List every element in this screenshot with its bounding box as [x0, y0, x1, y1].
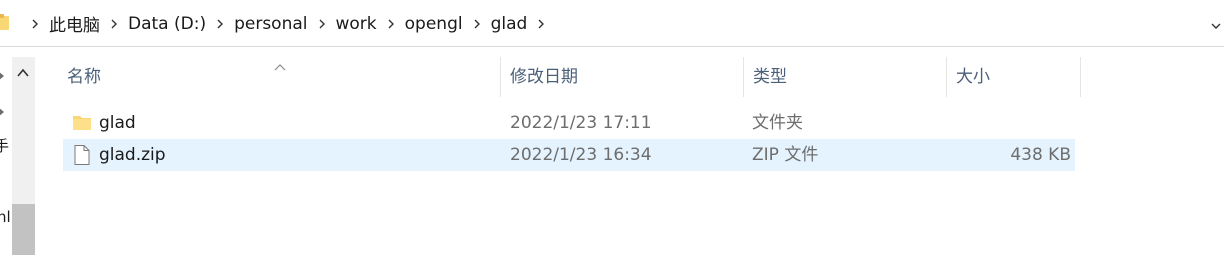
chevron-right-icon[interactable] [380, 18, 402, 30]
breadcrumb-item-opengl[interactable]: opengl [402, 14, 466, 34]
file-type: ZIP 文件 [752, 145, 819, 165]
nav-scrollbar-thumb[interactable] [12, 204, 35, 255]
column-divider[interactable] [946, 57, 947, 97]
column-header-size[interactable]: 大小 [956, 57, 1080, 97]
list-item[interactable]: glad 2022/1/23 17:11 文件夹 [63, 107, 1075, 139]
chevron-down-icon[interactable] [1210, 17, 1222, 29]
file-type: 文件夹 [752, 113, 803, 133]
breadcrumb-item-glad[interactable]: glad [488, 14, 531, 34]
column-divider[interactable] [500, 57, 501, 97]
address-bar[interactable]: 此电脑 Data (D:) personal work opengl glad [0, 0, 1224, 47]
column-header-type[interactable]: 类型 [753, 57, 946, 97]
file-name: glad [99, 113, 136, 133]
chevron-right-icon[interactable] [311, 18, 333, 30]
file-name: glad.zip [99, 145, 166, 165]
chevron-right-icon[interactable] [24, 18, 46, 30]
file-size: 438 KB [1010, 145, 1071, 165]
list-item[interactable]: glad.zip 2022/1/23 16:34 ZIP 文件 438 KB [63, 139, 1075, 171]
column-divider[interactable] [743, 57, 744, 97]
column-headers: 名称 修改日期 类型 大小 [36, 57, 1224, 97]
breadcrumb-item-this-pc[interactable]: 此电脑 [46, 11, 103, 36]
breadcrumb-item-personal[interactable]: personal [231, 14, 310, 34]
chevron-right-icon[interactable] [103, 18, 125, 30]
nav-item-label[interactable]: 手 [0, 135, 9, 156]
file-date: 2022/1/23 17:11 [510, 113, 652, 133]
breadcrumb-item-drive[interactable]: Data (D:) [125, 14, 209, 34]
nav-item-label[interactable]: nl [0, 208, 11, 226]
file-icon [71, 144, 93, 166]
breadcrumb: 此电脑 Data (D:) personal work opengl glad [24, 0, 552, 47]
chevron-right-icon[interactable] [530, 18, 552, 30]
chevron-right-icon[interactable] [0, 66, 6, 80]
column-header-name[interactable]: 名称 [67, 57, 500, 97]
column-header-date[interactable]: 修改日期 [510, 57, 743, 97]
breadcrumb-item-work[interactable]: work [333, 14, 380, 34]
folder-icon [71, 112, 93, 134]
folder-icon [0, 14, 9, 30]
chevron-right-icon[interactable] [0, 102, 6, 116]
chevron-right-icon[interactable] [466, 18, 488, 30]
column-divider[interactable] [1080, 57, 1081, 97]
chevron-up-icon[interactable] [16, 64, 30, 77]
file-date: 2022/1/23 16:34 [510, 145, 652, 165]
navigation-pane[interactable]: 手 nl [0, 57, 36, 255]
chevron-right-icon[interactable] [209, 18, 231, 30]
